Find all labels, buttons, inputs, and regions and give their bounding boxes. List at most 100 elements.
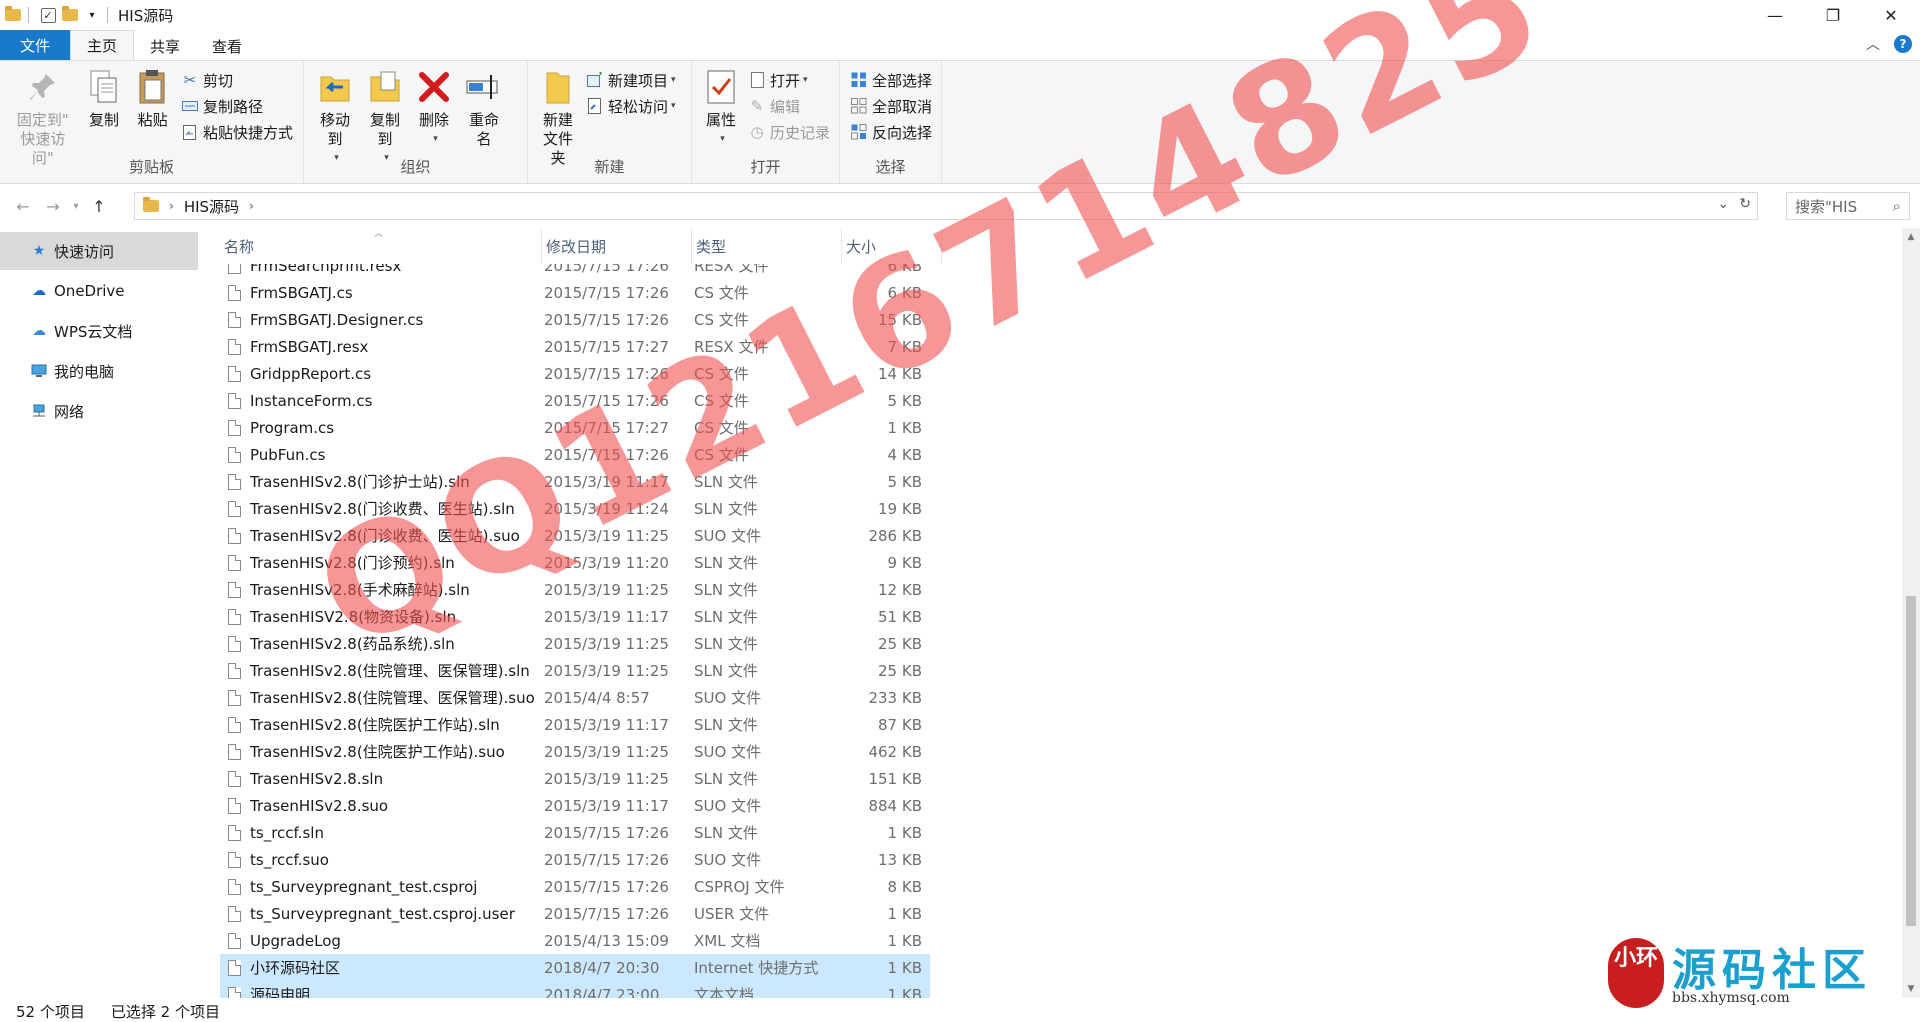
rename-label: 重命名 bbox=[468, 111, 499, 148]
tab-home[interactable]: 主页 bbox=[70, 30, 135, 60]
file-rows: FrmSearchprint.resx 2015/7/15 17:26 RESX 文… bbox=[220, 252, 930, 998]
file-list: FrmSearchprint.resx 2015/7/15 17:26 RESX 文… bbox=[220, 228, 1900, 998]
breadcrumb-his[interactable]: HIS源码 bbox=[184, 196, 239, 217]
tab-file[interactable]: 文件 bbox=[0, 30, 71, 60]
file-row[interactable]: PubFun.cs 2015/7/15 17:26 CS 文件 4 KB bbox=[220, 441, 930, 468]
file-row[interactable]: TrasenHISv2.8(住院医护工作站).sln 2015/3/19 11:1… bbox=[220, 711, 930, 738]
file-type: CS 文件 bbox=[694, 392, 749, 410]
file-name: FrmSBGATJ.resx bbox=[250, 337, 369, 356]
file-name-cell: TrasenHISv2.8(门诊预约).sln bbox=[220, 552, 536, 573]
file-size: 1 KB bbox=[887, 823, 922, 842]
tab-view[interactable]: 查看 bbox=[196, 32, 258, 60]
easy-access-button[interactable]: 轻松访问 ▾ bbox=[586, 93, 676, 119]
scissors-icon: ✂ bbox=[183, 71, 197, 89]
file-type: CS 文件 bbox=[694, 419, 749, 437]
file-date: 2015/7/15 17:26 bbox=[544, 391, 669, 410]
scroll-up-icon[interactable]: ▲ bbox=[1902, 228, 1920, 246]
refresh-icon[interactable]: ↻ bbox=[1739, 196, 1751, 212]
nav-item-this-pc[interactable]: 我的电脑 bbox=[0, 352, 198, 390]
forward-arrow-icon[interactable]: → bbox=[38, 191, 68, 221]
file-row[interactable]: TrasenHISv2.8(住院管理、医保管理).suo 2015/4/4 8:5… bbox=[220, 684, 930, 711]
file-type: SLN 文件 bbox=[694, 473, 758, 491]
invert-selection-button[interactable]: 反向选择 bbox=[850, 119, 932, 145]
address-dropdown-icon[interactable]: ⌄ bbox=[1718, 196, 1730, 212]
file-row[interactable]: UpgradeLog 2015/4/13 15:09 XML 文档 1 KB bbox=[220, 927, 930, 954]
nav-item-wps-cloud[interactable]: ☁ WPS云文档 bbox=[0, 312, 198, 350]
file-row[interactable]: FrmSBGATJ.Designer.cs 2015/7/15 17:26 CS 文… bbox=[220, 306, 930, 333]
up-arrow-icon[interactable]: ↑ bbox=[84, 191, 114, 221]
file-icon bbox=[228, 770, 241, 787]
file-name-cell: PubFun.cs bbox=[220, 446, 536, 464]
address-bar[interactable]: › HIS源码 › ⌄ ↻ bbox=[134, 192, 1758, 220]
file-type: SLN 文件 bbox=[694, 500, 758, 518]
nav-item-onedrive[interactable]: ☁ OneDrive bbox=[0, 272, 198, 310]
file-row[interactable]: TrasenHISv2.8(门诊收费、医生站).suo 2015/3/19 11:… bbox=[220, 522, 930, 549]
close-button[interactable]: ✕ bbox=[1862, 0, 1920, 30]
file-row[interactable]: TrasenHISv2.8(门诊预约).sln 2015/3/19 11:20 SL… bbox=[220, 549, 930, 576]
scrollbar-thumb[interactable] bbox=[1906, 596, 1916, 926]
chevron-right-icon[interactable]: › bbox=[249, 199, 254, 213]
help-icon[interactable]: ? bbox=[1894, 35, 1912, 53]
select-none-button[interactable]: 全部取消 bbox=[850, 93, 932, 119]
organize-group: 移动到 ▾ 复制到 ▾ 删除 ▾ 重命名 组织 bbox=[304, 61, 528, 183]
new-item-button[interactable]: 新建项目 ▾ bbox=[586, 67, 676, 93]
quick-access-dropdown-icon[interactable]: ▾ bbox=[83, 6, 101, 24]
search-icon: ⌕ bbox=[1892, 197, 1901, 215]
column-header-type[interactable]: 类型 bbox=[692, 228, 842, 264]
collapse-ribbon-icon[interactable]: ︿ bbox=[1866, 34, 1880, 54]
file-row[interactable]: TrasenHISv2.8(门诊护士站).sln 2015/3/19 11:17 S… bbox=[220, 468, 930, 495]
file-row[interactable]: FrmSBGATJ.resx 2015/7/15 17:27 RESX 文件 7 KB bbox=[220, 333, 930, 360]
search-input[interactable]: 搜索"HIS ⌕ bbox=[1786, 192, 1910, 220]
file-row[interactable]: TrasenHISV2.8(物资设备).sln 2015/3/19 11:17 SL… bbox=[220, 603, 930, 630]
file-row[interactable]: 源码申明 2018/4/7 23:00 文本文档 1 KB bbox=[220, 981, 930, 998]
file-row[interactable]: InstanceForm.cs 2015/7/15 17:26 CS 文件 5 KB bbox=[220, 387, 930, 414]
file-date: 2015/7/15 17:27 bbox=[544, 418, 669, 437]
select-all-label: 全部选择 bbox=[872, 71, 933, 90]
file-row[interactable]: TrasenHISv2.8(住院管理、医保管理).sln 2015/3/19 11… bbox=[220, 657, 930, 684]
chevron-right-icon[interactable]: › bbox=[169, 199, 174, 213]
pin-icon bbox=[24, 67, 62, 107]
open-button[interactable]: 打开 ▾ bbox=[748, 67, 830, 93]
scroll-down-icon[interactable]: ▼ bbox=[1902, 980, 1920, 998]
file-row[interactable]: ts_rccf.sln 2015/7/15 17:26 SLN 文件 1 KB bbox=[220, 819, 930, 846]
file-row[interactable]: TrasenHISv2.8(门诊收费、医生站).sln 2015/3/19 11:… bbox=[220, 495, 930, 522]
file-icon bbox=[228, 986, 241, 998]
maximize-button[interactable]: ❐ bbox=[1804, 0, 1862, 30]
minimize-button[interactable]: — bbox=[1746, 0, 1804, 30]
file-row[interactable]: FrmSBGATJ.cs 2015/7/15 17:26 CS 文件 6 KB bbox=[220, 279, 930, 306]
paste-shortcut-button[interactable]: 粘贴快捷方式 bbox=[181, 119, 293, 145]
file-row[interactable]: Program.cs 2015/7/15 17:27 CS 文件 1 KB bbox=[220, 414, 930, 441]
properties-check-icon[interactable]: ✓ bbox=[39, 6, 57, 24]
cut-button[interactable]: ✂ 剪切 bbox=[181, 67, 293, 93]
tab-share[interactable]: 共享 bbox=[134, 32, 196, 60]
recent-locations-icon[interactable]: ▾ bbox=[68, 191, 84, 221]
column-header-date[interactable]: 修改日期 bbox=[542, 228, 692, 264]
file-row[interactable]: ts_Surveypregnant_test.csproj.user 2015/7… bbox=[220, 900, 930, 927]
file-size: 4 KB bbox=[887, 445, 922, 464]
file-row[interactable]: GridppReport.cs 2015/7/15 17:26 CS 文件 14 KB bbox=[220, 360, 930, 387]
file-type: SUO 文件 bbox=[694, 689, 762, 707]
file-name-cell: TrasenHISv2.8(手术麻醉站).sln bbox=[220, 579, 536, 600]
vertical-scrollbar[interactable]: ▲ ▼ bbox=[1902, 228, 1920, 998]
file-row[interactable]: ts_Surveypregnant_test.csproj 2015/7/15 1… bbox=[220, 873, 930, 900]
file-type: Internet 快捷方式 bbox=[694, 959, 819, 977]
back-arrow-icon[interactable]: ← bbox=[8, 191, 38, 221]
nav-item-quick-access[interactable]: ★ 快速访问 bbox=[0, 232, 198, 270]
edit-button[interactable]: ✎ 编辑 bbox=[748, 93, 830, 119]
file-size: 19 KB bbox=[878, 499, 922, 518]
move-to-label: 移动到 bbox=[319, 111, 350, 148]
file-row[interactable]: 小环源码社区 2018/4/7 20:30 Internet 快捷方式 1 KB bbox=[220, 954, 930, 981]
file-row[interactable]: TrasenHISv2.8(住院医护工作站).suo 2015/3/19 11:2… bbox=[220, 738, 930, 765]
file-row[interactable]: TrasenHISv2.8(手术麻醉站).sln 2015/3/19 11:25 S… bbox=[220, 576, 930, 603]
properties-label: 属性 bbox=[705, 111, 736, 129]
column-header-size[interactable]: 大小 bbox=[842, 228, 942, 264]
nav-item-network[interactable]: 网络 bbox=[0, 392, 198, 430]
file-row[interactable]: TrasenHISv2.8(药品系统).sln 2015/3/19 11:25 SL… bbox=[220, 630, 930, 657]
file-row[interactable]: TrasenHISv2.8.sln 2015/3/19 11:25 SLN 文件 15… bbox=[220, 765, 930, 792]
history-button[interactable]: ◷ 历史记录 bbox=[748, 119, 830, 145]
file-row[interactable]: TrasenHISv2.8.suo 2015/3/19 11:17 SUO 文件 88… bbox=[220, 792, 930, 819]
file-row[interactable]: ts_rccf.suo 2015/7/15 17:26 SUO 文件 13 KB bbox=[220, 846, 930, 873]
copy-path-button[interactable]: 复制路径 bbox=[181, 93, 293, 119]
new-folder-quick-icon[interactable] bbox=[61, 6, 79, 24]
select-all-button[interactable]: 全部选择 bbox=[850, 67, 932, 93]
